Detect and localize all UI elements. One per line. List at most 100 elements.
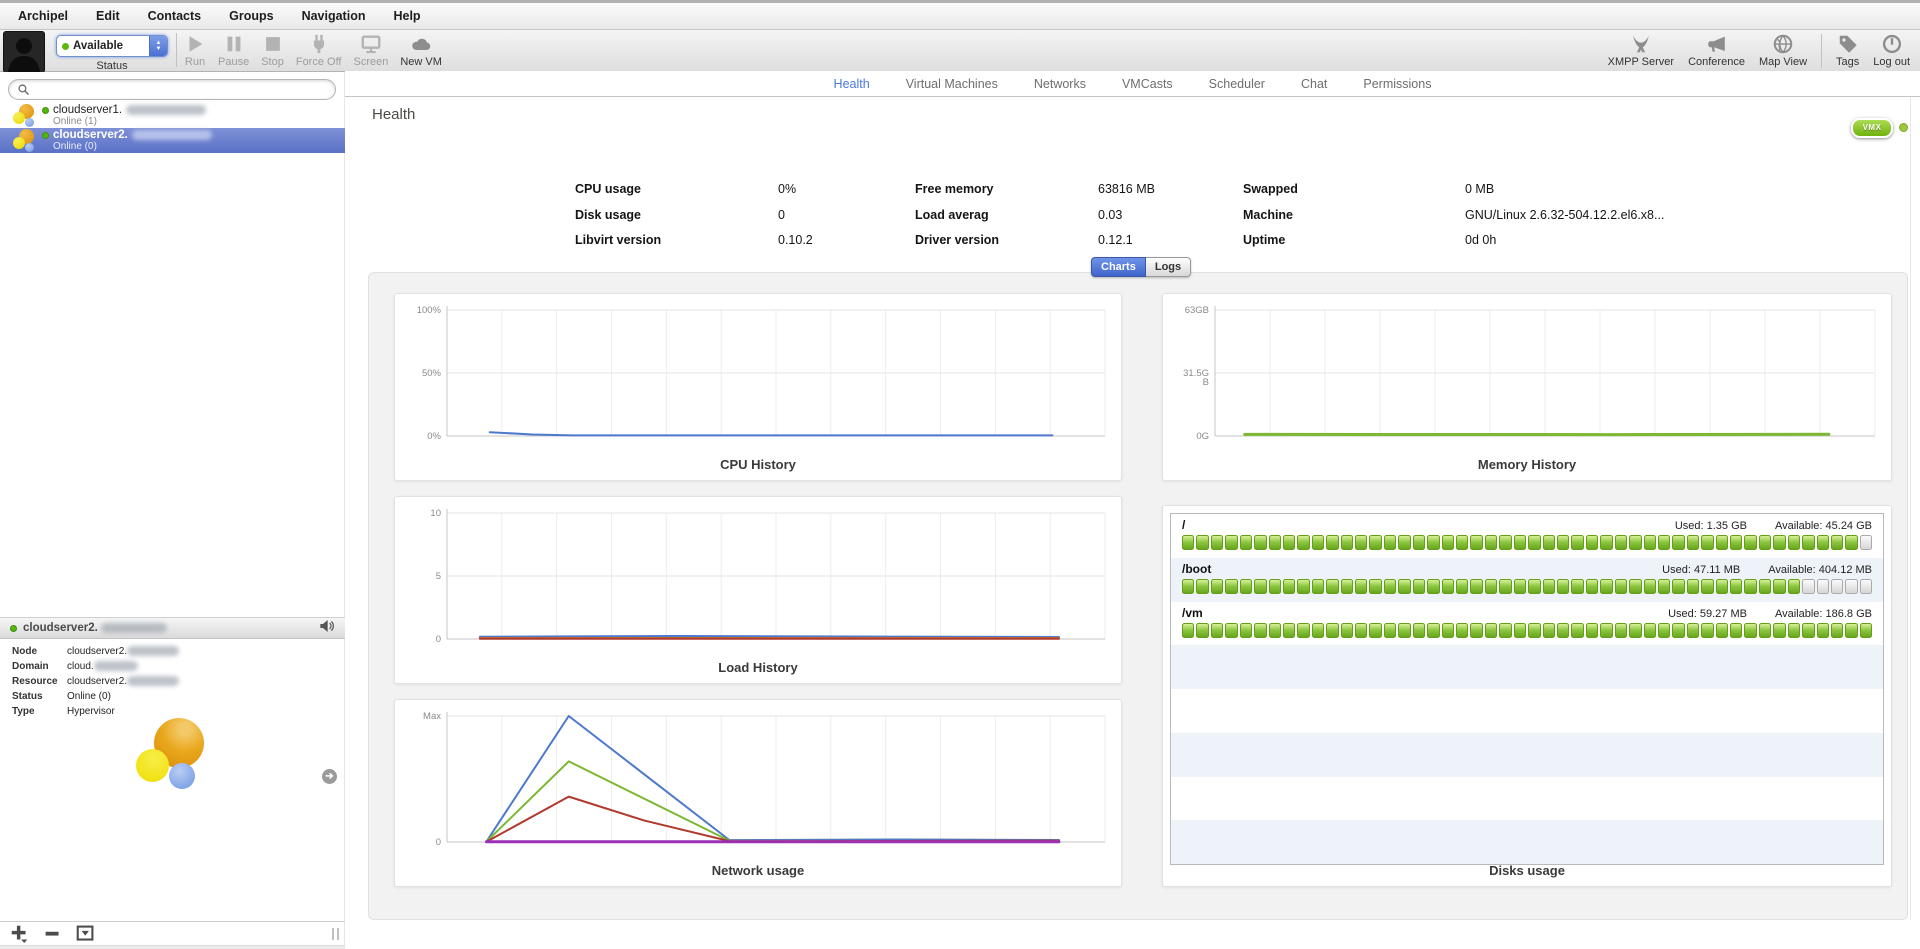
remove-contact-button[interactable] bbox=[43, 924, 62, 943]
property-label: Type bbox=[12, 704, 67, 719]
run-button[interactable]: Run bbox=[184, 33, 206, 68]
stats-labels-col1: CPU usageDisk usageLibvirt version bbox=[575, 177, 661, 254]
masked-value bbox=[94, 661, 138, 671]
toggle-charts[interactable]: Charts bbox=[1091, 257, 1146, 277]
disk-bar-segment bbox=[1543, 623, 1555, 638]
roster-list: cloudserver1.Online (1)cloudserver2.Onli… bbox=[0, 103, 345, 153]
disk-bar-segment bbox=[1672, 535, 1684, 550]
tab-chat[interactable]: Chat bbox=[1301, 77, 1327, 91]
menu-item-groups[interactable]: Groups bbox=[229, 9, 273, 23]
status-value: Available bbox=[73, 40, 123, 52]
new-vm-button[interactable]: New VM bbox=[400, 33, 442, 68]
disk-bar-segment bbox=[1427, 535, 1439, 550]
disk-bar-segment bbox=[1398, 579, 1410, 594]
menu-item-help[interactable]: Help bbox=[393, 9, 420, 23]
property-row-domain: Domaincloud. bbox=[12, 659, 179, 674]
search-icon bbox=[17, 83, 30, 96]
disk-bar-segment bbox=[1225, 535, 1237, 550]
vmx-badge[interactable]: VMX bbox=[1851, 118, 1893, 138]
conference-label: Conference bbox=[1688, 56, 1745, 68]
menu-item-contacts[interactable]: Contacts bbox=[148, 9, 201, 23]
disk-bar-segment bbox=[1369, 535, 1381, 550]
actions-pulldown-button[interactable] bbox=[76, 924, 95, 943]
disk-bar-segment bbox=[1442, 623, 1454, 638]
disk-capacity-bar bbox=[1182, 623, 1872, 638]
new-vm-label: New VM bbox=[400, 56, 442, 68]
add-contact-button[interactable] bbox=[10, 924, 29, 943]
disk-bar-segment bbox=[1831, 623, 1843, 638]
memory-history-card: 63GB31.5GB0G Memory History bbox=[1162, 293, 1892, 481]
tab-scheduler[interactable]: Scheduler bbox=[1209, 77, 1265, 91]
roster-item-cloudserver1[interactable]: cloudserver1.Online (1) bbox=[0, 103, 345, 128]
log-out-button[interactable]: Log out bbox=[1873, 33, 1910, 68]
disk-bar-segment bbox=[1730, 579, 1742, 594]
menu-item-navigation[interactable]: Navigation bbox=[302, 9, 366, 23]
disk-bar-segment bbox=[1744, 623, 1756, 638]
disk-bar-segment bbox=[1571, 535, 1583, 550]
stats-labels-col2: Free memoryLoad averagDriver version bbox=[915, 177, 999, 254]
disk-bar-segment bbox=[1600, 535, 1612, 550]
tags-button[interactable]: Tags bbox=[1836, 33, 1859, 68]
tab-health[interactable]: Health bbox=[834, 77, 870, 91]
masked-domain bbox=[132, 130, 212, 140]
stepper-icon[interactable]: ▲▼ bbox=[149, 36, 167, 56]
presence-dot bbox=[10, 625, 17, 632]
screen-button[interactable]: Screen bbox=[354, 33, 389, 68]
screen-icon bbox=[360, 33, 382, 55]
disk-bar-segment bbox=[1860, 579, 1872, 594]
disk-bar-segment bbox=[1211, 535, 1223, 550]
disk-bar-segment bbox=[1442, 579, 1454, 594]
search-box[interactable] bbox=[8, 79, 336, 100]
tab-permissions[interactable]: Permissions bbox=[1363, 77, 1431, 91]
search-input[interactable] bbox=[34, 83, 327, 97]
property-value: Hypervisor bbox=[67, 704, 115, 719]
disk-bar-segment bbox=[1485, 579, 1497, 594]
status-select[interactable]: Available ▲▼ bbox=[56, 35, 168, 57]
svg-text:5: 5 bbox=[436, 571, 441, 582]
disk-bar-segment bbox=[1369, 623, 1381, 638]
megaphone-icon bbox=[1706, 33, 1728, 55]
disk-bar-segment bbox=[1658, 579, 1670, 594]
property-value: cloudserver2. bbox=[67, 674, 179, 689]
menu-item-edit[interactable]: Edit bbox=[96, 9, 120, 23]
contact-text: cloudserver2.Online (0) bbox=[42, 130, 212, 152]
disk-bar-segment bbox=[1730, 535, 1742, 550]
disk-bar-segment bbox=[1326, 535, 1338, 550]
toggle-logs[interactable]: Logs bbox=[1146, 257, 1191, 277]
map-view-button[interactable]: Map View bbox=[1759, 33, 1807, 68]
scroll-edge bbox=[1910, 97, 1911, 920]
disk-bar-segment bbox=[1413, 623, 1425, 638]
tab-vmcasts[interactable]: VMCasts bbox=[1122, 77, 1173, 91]
svg-text:31.5GB: 31.5GB bbox=[1183, 368, 1209, 388]
disk-bar-segment bbox=[1629, 535, 1641, 550]
disk-bar-segment bbox=[1182, 535, 1194, 550]
force-off-button[interactable]: Force Off bbox=[296, 33, 342, 68]
disk-bar-segment bbox=[1773, 623, 1785, 638]
disk-bar-segment bbox=[1312, 535, 1324, 550]
conference-button[interactable]: Conference bbox=[1688, 33, 1745, 68]
resize-handle[interactable] bbox=[332, 928, 339, 940]
hypervisor-avatar bbox=[128, 716, 224, 802]
disk-row-boot: /bootUsed: 47.11 MBAvailable: 404.12 MB bbox=[1171, 558, 1883, 602]
next-avatar-button[interactable]: ➔ bbox=[322, 769, 337, 784]
disk-bar-segment bbox=[1644, 579, 1656, 594]
disk-bar-segment bbox=[1269, 535, 1281, 550]
tab-virtual-machines[interactable]: Virtual Machines bbox=[906, 77, 998, 91]
xmpp-server-button[interactable]: XMPP Server bbox=[1608, 33, 1674, 68]
disk-bar-segment bbox=[1182, 623, 1194, 638]
contact-status: Online (0) bbox=[53, 141, 212, 152]
contact-name: cloudserver2. bbox=[42, 130, 212, 141]
menu-item-archipel[interactable]: Archipel bbox=[18, 9, 68, 23]
presence-available-dot bbox=[62, 43, 69, 50]
disk-bar-segment bbox=[1759, 623, 1771, 638]
stat-value-machine: GNU/Linux 2.6.32-504.12.2.el6.x8... bbox=[1465, 203, 1664, 229]
svg-text:0%: 0% bbox=[427, 431, 441, 442]
tab-networks[interactable]: Networks bbox=[1034, 77, 1086, 91]
contact-name-text: cloudserver1. bbox=[53, 105, 122, 116]
talk-icon[interactable] bbox=[319, 618, 335, 639]
pause-button[interactable]: Pause bbox=[218, 33, 249, 68]
plug-icon bbox=[308, 33, 330, 55]
user-avatar[interactable] bbox=[3, 31, 45, 73]
roster-item-cloudserver2[interactable]: cloudserver2.Online (0) bbox=[0, 128, 345, 153]
stop-button[interactable]: Stop bbox=[261, 33, 284, 68]
